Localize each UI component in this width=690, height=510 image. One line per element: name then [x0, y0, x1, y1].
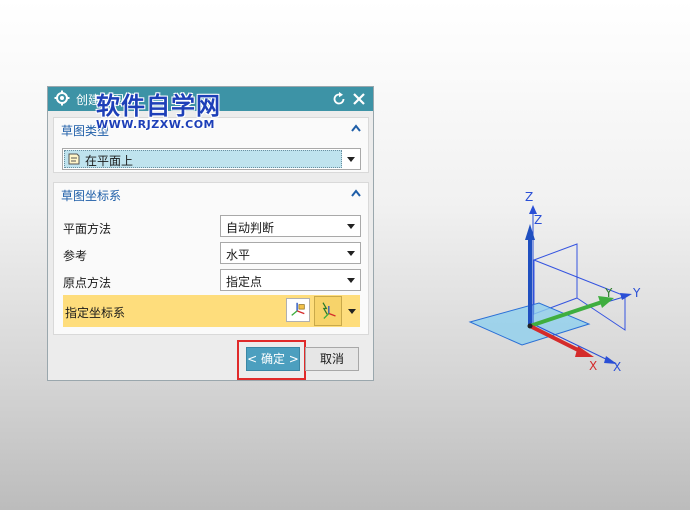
specify-csys-row[interactable]: 指定坐标系	[63, 295, 360, 327]
chevron-down-icon	[347, 224, 355, 229]
y-label-outer: Y	[632, 286, 641, 300]
chevron-down-icon	[348, 309, 356, 314]
sketch-csys-section: 草图坐标系 平面方法 自动判断 参考 水平 原点方法 指定点 指定坐标系	[53, 182, 369, 335]
ok-button-highlight	[237, 340, 306, 380]
sketch-type-dropdown[interactable]: 在平面上	[62, 148, 361, 170]
chevron-down-icon	[347, 157, 355, 162]
x-arrowhead	[575, 346, 594, 357]
inferred-csys-icon	[322, 302, 336, 319]
plane-method-label: 平面方法	[63, 222, 112, 236]
origin-method-dropdown[interactable]: 指定点	[220, 269, 361, 291]
csys-options-dropdown[interactable]	[344, 296, 360, 326]
gear-icon	[54, 90, 70, 106]
x-axis-thin	[532, 323, 613, 363]
x-arrowhead-thin	[604, 356, 617, 364]
sketch-csys-label: 草图坐标系	[61, 189, 122, 203]
vertical-plane-outline	[533, 243, 578, 315]
x-label-outer: X	[613, 360, 621, 374]
origin-method-label: 原点方法	[63, 276, 112, 290]
collapse-caret-icon[interactable]	[350, 122, 362, 134]
x-axis	[529, 324, 583, 354]
inferred-csys-button[interactable]	[314, 296, 342, 326]
vertical-plane-diagonal	[533, 259, 626, 331]
specify-csys-label: 指定坐标系	[65, 306, 126, 320]
sketch-plane	[468, 302, 591, 346]
z-label-outer: Z	[525, 190, 533, 204]
sketch-type-value: 在平面上	[85, 154, 134, 168]
reference-dropdown[interactable]: 水平	[220, 242, 361, 264]
z-arrowhead-thin	[529, 205, 537, 214]
y-axis	[529, 300, 603, 328]
reference-label: 参考	[63, 249, 88, 263]
chevron-down-icon	[347, 278, 355, 283]
z-label-inner: Z	[534, 213, 542, 227]
y-label-inner: Y	[604, 286, 613, 300]
chevron-down-icon	[347, 251, 355, 256]
origin-point	[527, 323, 533, 329]
collapse-caret-icon[interactable]	[350, 187, 362, 199]
plane-method-dropdown[interactable]: 自动判断	[220, 215, 361, 237]
csys-dialog-icon	[291, 302, 305, 316]
y-axis-thin	[532, 295, 628, 325]
y-arrowhead-thin	[620, 293, 632, 300]
watermark-url: WWW.RJZXW.COM	[96, 118, 215, 131]
watermark: 软件自学网 WWW.RJZXW.COM	[96, 92, 221, 131]
reset-icon[interactable]	[331, 91, 347, 107]
reference-value: 水平	[226, 248, 251, 262]
csys-dialog-button[interactable]	[286, 298, 310, 322]
cancel-button[interactable]: 取消	[305, 347, 359, 371]
x-label-inner: X	[589, 359, 597, 373]
plane-method-value: 自动判断	[226, 221, 275, 235]
sketch-csys-header[interactable]: 草图坐标系	[54, 183, 368, 205]
watermark-title: 软件自学网	[96, 92, 221, 120]
z-arrowhead	[525, 224, 535, 240]
sketch-on-plane-icon	[68, 153, 80, 165]
y-arrowhead	[598, 296, 614, 308]
close-icon[interactable]	[351, 91, 367, 107]
origin-method-value: 指定点	[226, 275, 263, 289]
